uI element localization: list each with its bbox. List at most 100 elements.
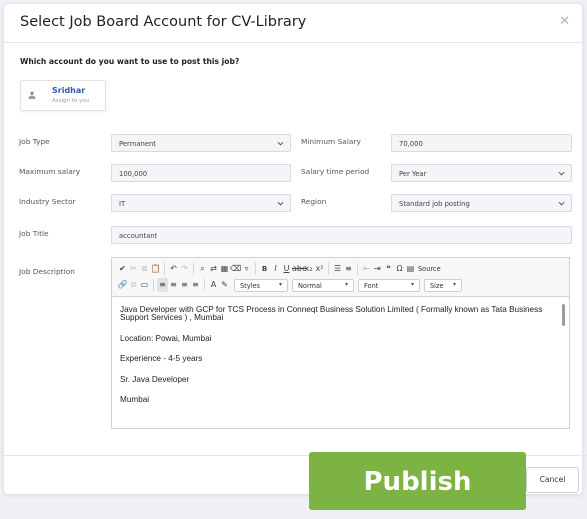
source-icon[interactable]: ▤ — [405, 262, 416, 276]
bold-icon[interactable]: B — [259, 262, 270, 276]
description-paragraph: Java Developer with GCP for TCS Process … — [120, 305, 543, 323]
toolbar-separator — [153, 279, 154, 291]
dropdown-arrow-icon: ▾ — [452, 280, 456, 288]
maximum-salary-value: 100,000 — [119, 170, 148, 178]
account-card-sridhar[interactable]: Sridhar Assign to you — [20, 80, 106, 111]
background-color-icon[interactable]: ✎ — [219, 278, 230, 292]
table-icon[interactable]: ▭ — [139, 278, 150, 292]
strikethrough-icon[interactable]: abc — [292, 262, 306, 276]
job-type-select[interactable]: Permanent — [111, 134, 291, 152]
minimum-salary-input[interactable]: 70,000 — [391, 134, 572, 152]
toolbar-separator — [164, 263, 165, 275]
replace-icon[interactable]: ⇄ — [208, 262, 219, 276]
remove-format-icon[interactable]: ⌫ — [230, 262, 241, 276]
bulleted-list-icon[interactable]: ≡ — [343, 262, 354, 276]
numbered-list-icon[interactable]: ☰ — [332, 262, 343, 276]
maximum-salary-label: Maximum salary — [19, 167, 81, 176]
size-label: Size — [430, 281, 444, 290]
cancel-button[interactable]: Cancel — [526, 467, 579, 493]
superscript-icon[interactable]: x² — [314, 262, 325, 276]
modal-header: Select Job Board Account for CV-Library … — [4, 4, 582, 43]
region-value: Standard job posting — [399, 200, 470, 208]
redo-icon[interactable]: ↷ — [179, 262, 190, 276]
align-center-icon[interactable]: ≡ — [168, 278, 179, 292]
salary-time-period-select[interactable]: Per Year — [391, 164, 572, 182]
blockquote-icon[interactable]: ❝ — [383, 262, 394, 276]
salary-time-period-value: Per Year — [399, 170, 427, 178]
description-paragraph: Experience - 4-5 years — [120, 354, 203, 364]
align-right-icon[interactable]: ≡ — [179, 278, 190, 292]
select-all-icon[interactable]: ▦ — [219, 262, 230, 276]
dropdown-arrow-icon: ▾ — [344, 280, 348, 288]
region-select[interactable]: Standard job posting — [391, 194, 572, 212]
chevron-down-icon — [277, 141, 284, 146]
align-left-icon[interactable]: ≡ — [157, 278, 168, 292]
region-label: Region — [301, 197, 327, 206]
align-justify-icon[interactable]: ≡ — [190, 278, 201, 292]
job-description-editor[interactable]: ✔ ✂ ⧉ 📋 ↶ ↷ ⌕ ⇄ ▦ ⌫ ▿ B I U abc x₂ x² ☰ … — [111, 257, 570, 429]
job-type-label: Job Type — [19, 137, 50, 146]
copy-icon[interactable]: ⧉ — [139, 262, 150, 276]
format-label: Normal — [298, 281, 322, 290]
italic-icon[interactable]: I — [270, 262, 281, 276]
editor-content[interactable]: Java Developer with GCP for TCS Process … — [120, 305, 551, 416]
job-description-label: Job Description — [19, 267, 75, 276]
text-color-icon[interactable]: ▿ — [241, 262, 252, 276]
minimum-salary-value: 70,000 — [399, 140, 423, 148]
minimum-salary-label: Minimum Salary — [301, 137, 361, 146]
link-icon[interactable]: 🔗 — [117, 278, 128, 292]
industry-sector-label: Industry Sector — [19, 197, 76, 206]
person-icon — [28, 91, 36, 99]
toolbar-separator — [328, 263, 329, 275]
description-paragraph: Location: Powai, Mumbai — [120, 333, 212, 343]
undo-icon[interactable]: ↶ — [168, 262, 179, 276]
chevron-down-icon — [277, 201, 284, 206]
styles-dropdown[interactable]: Styles ▾ — [234, 278, 288, 292]
dropdown-arrow-icon: ▾ — [278, 280, 282, 288]
toolbar-separator — [357, 263, 358, 275]
editor-toolbar: ✔ ✂ ⧉ 📋 ↶ ↷ ⌕ ⇄ ▦ ⌫ ▿ B I U abc x₂ x² ☰ … — [112, 258, 569, 297]
modal-title: Select Job Board Account for CV-Library — [20, 14, 307, 30]
maximum-salary-input[interactable]: 100,000 — [111, 164, 291, 182]
editor-scrollbar[interactable] — [562, 304, 565, 326]
account-question: Which account do you want to use to post… — [20, 57, 240, 66]
job-title-label: Job Title — [19, 229, 49, 238]
toolbar-separator — [193, 263, 194, 275]
account-name: Sridhar — [52, 86, 86, 95]
styles-label: Styles — [240, 281, 260, 290]
dropdown-arrow-icon: ▾ — [410, 280, 414, 288]
description-paragraph: Mumbai — [120, 395, 150, 405]
font-dropdown[interactable]: Font ▾ — [358, 278, 420, 292]
paste-icon[interactable]: 📋 — [150, 262, 161, 276]
close-icon[interactable]: ✕ — [559, 14, 570, 29]
publish-button[interactable]: Publish — [309, 452, 526, 510]
chevron-down-icon — [558, 201, 565, 206]
job-type-value: Permanent — [119, 140, 156, 148]
toolbar-row-1: ✔ ✂ ⧉ 📋 ↶ ↷ ⌕ ⇄ ▦ ⌫ ▿ B I U abc x₂ x² ☰ … — [117, 262, 441, 276]
indent-icon[interactable]: ⇥ — [372, 262, 383, 276]
toolbar-row-2: 🔗 ⊘ ▭ ≡ ≡ ≡ ≡ A ✎ Styles ▾ Normal ▾ Font ▾ … — [117, 278, 466, 292]
salary-time-period-label: Salary time period — [301, 167, 370, 176]
job-title-value: accountant — [119, 232, 158, 240]
spellcheck-icon[interactable]: ✔ — [117, 262, 128, 276]
font-label: Font — [364, 281, 379, 290]
outdent-icon[interactable]: ⇤ — [361, 262, 372, 276]
chevron-down-icon — [558, 171, 565, 176]
account-subtitle: Assign to you — [52, 98, 90, 104]
source-label[interactable]: Source — [418, 265, 441, 273]
job-title-input[interactable]: accountant — [111, 226, 572, 244]
industry-sector-select[interactable]: IT — [111, 194, 291, 212]
underline-icon[interactable]: U — [281, 262, 292, 276]
size-dropdown[interactable]: Size ▾ — [424, 278, 462, 292]
subscript-icon[interactable]: x₂ — [303, 262, 314, 276]
toolbar-separator — [204, 279, 205, 291]
cut-icon[interactable]: ✂ — [128, 262, 139, 276]
unlink-icon[interactable]: ⊘ — [128, 278, 139, 292]
format-dropdown[interactable]: Normal ▾ — [292, 278, 354, 292]
font-color-icon[interactable]: A — [208, 278, 219, 292]
industry-sector-value: IT — [119, 200, 126, 208]
toolbar-separator — [255, 263, 256, 275]
find-icon[interactable]: ⌕ — [197, 262, 208, 276]
special-char-icon[interactable]: Ω — [394, 262, 405, 276]
description-paragraph: Sr. Java Developer — [120, 374, 190, 384]
